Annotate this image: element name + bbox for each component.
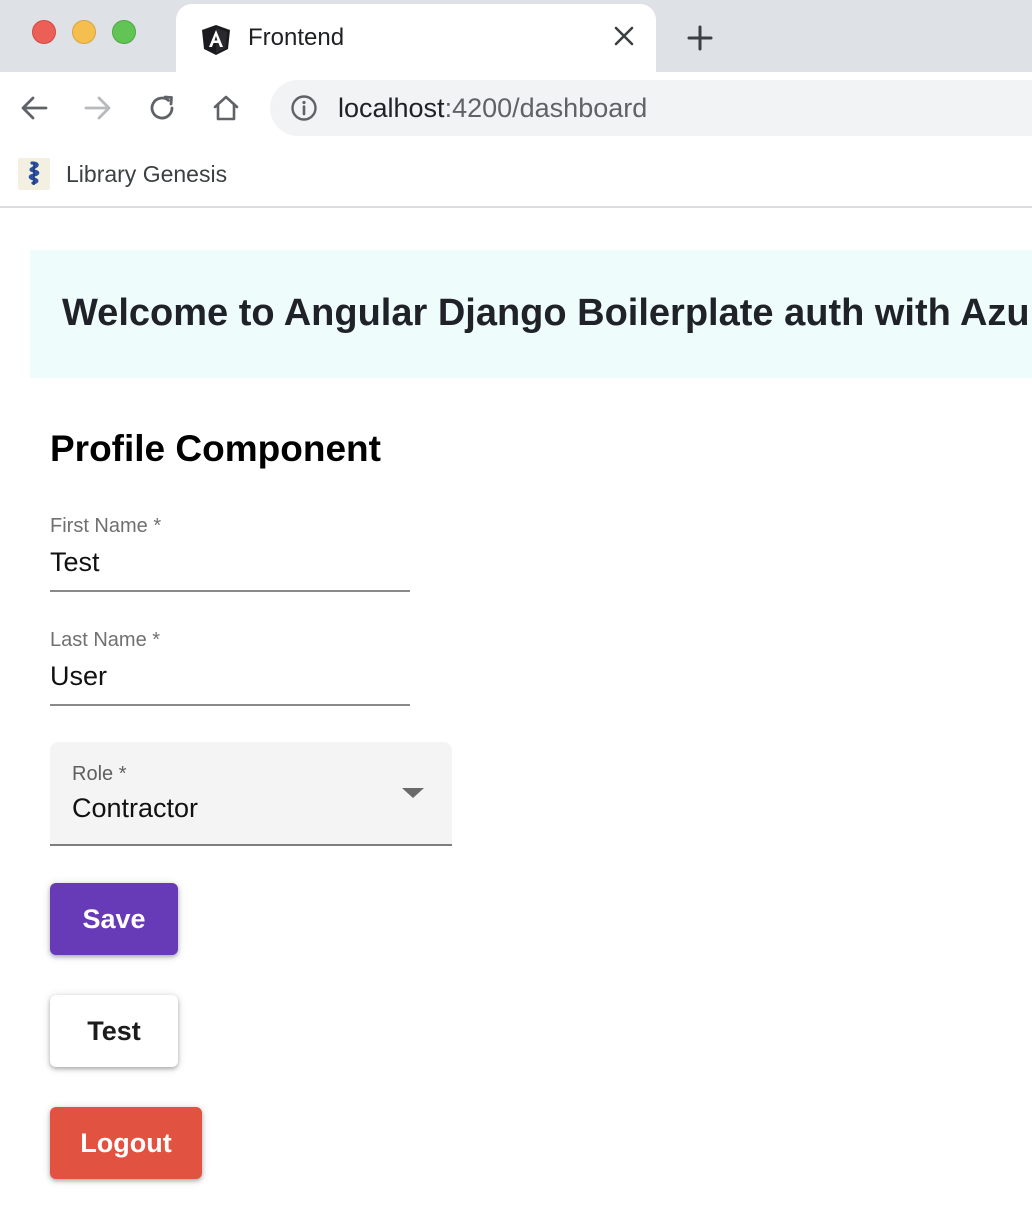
browser-tab-strip: Frontend — [0, 0, 1032, 72]
forward-arrow-icon[interactable] — [80, 90, 116, 126]
test-button[interactable]: Test — [50, 995, 178, 1067]
url-path: :4200/dashboard — [444, 93, 648, 123]
browser-tab-active[interactable]: Frontend — [176, 4, 656, 72]
dropdown-arrow-icon[interactable] — [402, 788, 424, 798]
save-button[interactable]: Save — [50, 883, 178, 955]
role-selected-value[interactable]: Contractor — [72, 792, 198, 824]
welcome-heading: Welcome to Angular Django Boilerplate au… — [62, 292, 1032, 334]
url-host: localhost — [338, 93, 445, 123]
logout-button[interactable]: Logout — [50, 1107, 202, 1179]
role-select[interactable]: Role * Contractor — [50, 742, 452, 846]
new-tab-plus-icon[interactable] — [684, 22, 716, 54]
first-name-label: First Name * — [50, 515, 162, 537]
first-name-field[interactable]: First Name * — [50, 514, 410, 592]
library-genesis-icon — [18, 158, 50, 190]
page-title: Profile Component — [50, 428, 381, 469]
welcome-banner: Welcome to Angular Django Boilerplate au… — [30, 250, 1032, 378]
last-name-label: Last Name * — [50, 629, 161, 651]
bookmark-library-genesis[interactable]: Library Genesis — [18, 156, 227, 192]
address-bar[interactable]: localhost:4200/dashboard — [270, 80, 1032, 136]
zoom-window-button[interactable] — [112, 20, 136, 44]
site-info-icon[interactable] — [290, 94, 318, 122]
home-icon[interactable] — [208, 90, 244, 126]
reload-icon[interactable] — [144, 90, 180, 126]
bookmark-label: Library Genesis — [66, 160, 228, 187]
tab-title: Frontend — [248, 24, 345, 51]
browser-toolbar: localhost:4200/dashboard — [0, 72, 1032, 144]
first-name-input[interactable] — [50, 546, 410, 578]
close-icon[interactable] — [610, 22, 638, 50]
url-text[interactable]: localhost:4200/dashboard — [338, 93, 647, 123]
role-label: Role * — [72, 763, 127, 785]
last-name-field[interactable]: Last Name * — [50, 628, 410, 706]
back-arrow-icon[interactable] — [16, 90, 52, 126]
bookmarks-bar: Library Genesis — [0, 144, 1032, 208]
last-name-input[interactable] — [50, 660, 410, 692]
close-window-button[interactable] — [32, 20, 56, 44]
minimize-window-button[interactable] — [72, 20, 96, 44]
angular-icon — [202, 25, 230, 55]
